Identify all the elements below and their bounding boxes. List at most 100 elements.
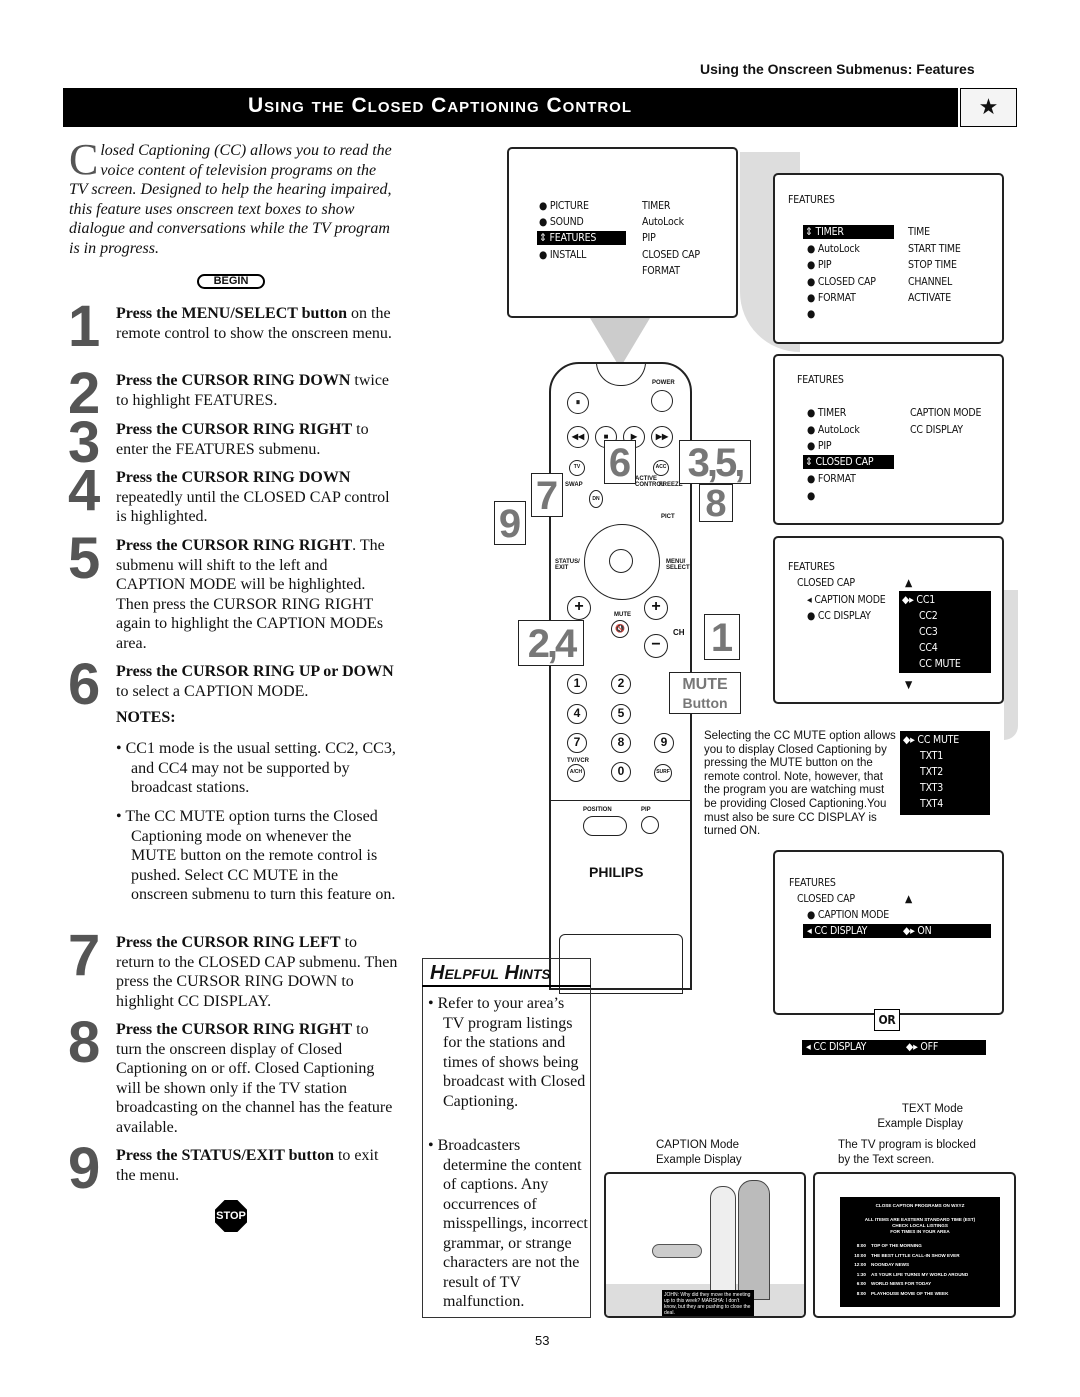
step-2: 2 Press the CURSOR RING DOWN twice to hig… (68, 365, 398, 423)
menu-item: ● AutoLock (807, 243, 860, 255)
listing-row: 12:00 NOONDAY NEWS (850, 1262, 1000, 1268)
mute-button-callout: MUTE Button (669, 672, 741, 714)
acc-button[interactable]: ACC (653, 460, 669, 476)
intro-text: losed Captioning (CC) allows you to read… (69, 142, 392, 257)
note: • CC1 mode is the usual setting. CC2, CC… (116, 740, 396, 796)
mode-option: TXT4 (920, 798, 944, 810)
cc-mute-description: Selecting the CC MUTE option allows you … (704, 730, 896, 838)
mute-button[interactable]: 🔇 (611, 620, 629, 638)
listing-row: 8:00 TOP OF THE MORNING (850, 1243, 1000, 1249)
position-button[interactable] (583, 816, 627, 836)
power-button[interactable] (651, 390, 673, 412)
mute-label: MUTE (614, 612, 631, 618)
position-label: POSITION (583, 807, 612, 813)
text-mode-box: CLOSE CAPTION PROGRAMS ON WXYZ ALL ITEMS… (840, 1197, 1000, 1307)
closed-cap-screen: FEATURES CLOSED CAP ▲ ◂ CAPTION MODE ● C… (773, 536, 1004, 704)
listing-row: 6:00 WORLD NEWS FOR TODAY (850, 1281, 1000, 1287)
listing-row: 8:00 PLAYHOUSE MOVIE OF THE WEEK (850, 1291, 1000, 1297)
channel-up-button[interactable]: + (644, 596, 668, 620)
callout-8: 8 (699, 484, 733, 523)
submenu-item: AutoLock (642, 216, 684, 228)
callout-9: 9 (494, 501, 526, 546)
screen-title: FEATURES (788, 194, 835, 206)
submenu-item: START TIME (908, 243, 961, 255)
intro-paragraph: Closed Captioning (CC) allows you to rea… (69, 138, 394, 258)
digit-7-button[interactable]: 7 (567, 733, 587, 753)
callout-1: 1 (704, 614, 740, 660)
ch-label: CH (673, 628, 685, 637)
status-exit-label: STATUS/ EXIT (555, 559, 580, 571)
digit-0-button[interactable]: 0 (611, 762, 631, 782)
menu-item: ● PICTURE (539, 200, 589, 212)
listing-program: PLAYHOUSE MOVIE OF THE WEEK (871, 1290, 949, 1296)
mode-option: TXT2 (920, 766, 944, 778)
step-action: Press the CURSOR RING RIGHT (116, 537, 353, 554)
digit-8-button[interactable]: 8 (611, 733, 631, 753)
callout-2-4: 2,4 (518, 620, 584, 666)
tv-button[interactable]: TV (569, 460, 585, 476)
step-8: 8 Press the CURSOR RING RIGHT to turn the… (68, 1014, 398, 1137)
mute-mode-list: ◆▸ CC MUTE TXT1 TXT2 TXT3 TXT4 (900, 731, 990, 815)
section-title: Using the Closed Captioning Control (63, 88, 958, 127)
menu-item: ● PIP (807, 440, 832, 452)
menu-item: ● INSTALL (539, 249, 587, 261)
digit-4-button[interactable]: 4 (567, 704, 587, 724)
main-menu-screen: ● PICTURE ● SOUND ⇕ FEATURES ● INSTALL T… (507, 147, 738, 318)
listing-time: 12:00 (854, 1262, 866, 1267)
step-text: repeatedly until the CLOSED CAP control … (116, 488, 390, 526)
submenu-item: TIME (908, 226, 930, 238)
digit-2-button[interactable]: 2 (611, 674, 631, 694)
step-5: 5 Press the CURSOR RING RIGHT. The submen… (68, 530, 398, 653)
callout-subtitle: Button (682, 695, 728, 711)
cursor-center[interactable] (609, 549, 633, 573)
mode-option: CC MUTE (919, 658, 961, 670)
dn-button[interactable]: DN (589, 490, 603, 508)
step-3: 3 Press the CURSOR RING RIGHT to enter th… (68, 414, 398, 472)
fast-forward-button[interactable]: ▶▶ (651, 426, 673, 448)
up-arrow-icon: ▲ (905, 577, 913, 589)
pip-button[interactable] (641, 816, 659, 834)
caption-dialogue: JOHN: Why did they move the meeting up t… (662, 1290, 754, 1316)
text-mode-label: TEXT Mode Example Display (877, 1103, 963, 1130)
screen-title: FEATURES (789, 877, 836, 889)
mode-option: TXT3 (920, 782, 944, 794)
digit-9-button[interactable]: 9 (654, 733, 674, 753)
volume-up-button[interactable]: + (567, 596, 591, 620)
step-action: Press the CURSOR RING RIGHT (116, 421, 353, 438)
menu-item-selected: ⇕ FEATURES (537, 231, 626, 245)
listing-row: 10:00 THE BEST LITTLE CALL-IN SHOW EVER (850, 1253, 1000, 1259)
hint-item: • Refer to your area’s TV program listin… (428, 995, 586, 1110)
mode-option: TXT1 (920, 750, 944, 762)
step-action: Press the MENU/SELECT button (116, 305, 347, 322)
arrow-swoosh (1004, 590, 1018, 740)
rewind-button[interactable]: ◀◀ (567, 426, 589, 448)
listing-time: 10:00 (854, 1252, 866, 1258)
cc-display-screen: FEATURES CLOSED CAP ▲ ● CAPTION MODE ◂ C… (773, 850, 1004, 1015)
up-arrow-icon: ▲ (905, 893, 913, 905)
tv-vcr-label: TV/VCR (567, 758, 590, 764)
mode-option-selected: ◆▸ CC MUTE (903, 734, 960, 746)
step-4: 4 Press the CURSOR RING DOWN repeatedly u… (68, 462, 398, 527)
step-action: Press the STATUS/EXIT button (116, 1147, 334, 1164)
step-action: Press the CURSOR RING UP or DOWN (116, 663, 394, 680)
step-text: to turn the onscreen display of Closed C… (116, 1021, 393, 1136)
surf-button[interactable]: SURF (654, 764, 672, 782)
digit-5-button[interactable]: 5 (611, 704, 631, 724)
listing-time: 1:30 (856, 1271, 866, 1277)
menu-item: ● CC DISPLAY (807, 610, 871, 622)
ach-button[interactable]: A/CH (567, 764, 585, 782)
channel-down-button[interactable]: − (644, 634, 668, 658)
step-number: 1 (68, 294, 100, 359)
digit-1-button[interactable]: 1 (567, 674, 587, 694)
menu-item: ● PIP (807, 259, 832, 271)
remote-notch (596, 362, 646, 386)
callout-3-5: 3,5, (679, 440, 751, 485)
cursor-ring[interactable] (584, 524, 660, 600)
text-mode-note: The TV program is blocked by the Text scr… (838, 1139, 976, 1166)
menu-item: ● CLOSED CAP (807, 276, 876, 288)
pause-button[interactable]: ⏸ (567, 392, 589, 414)
page-number: 53 (535, 1333, 550, 1348)
menu-item: ● (807, 490, 816, 502)
screen-subtitle: CLOSED CAP (797, 893, 855, 905)
step-action: Press the CURSOR RING DOWN (116, 469, 351, 486)
